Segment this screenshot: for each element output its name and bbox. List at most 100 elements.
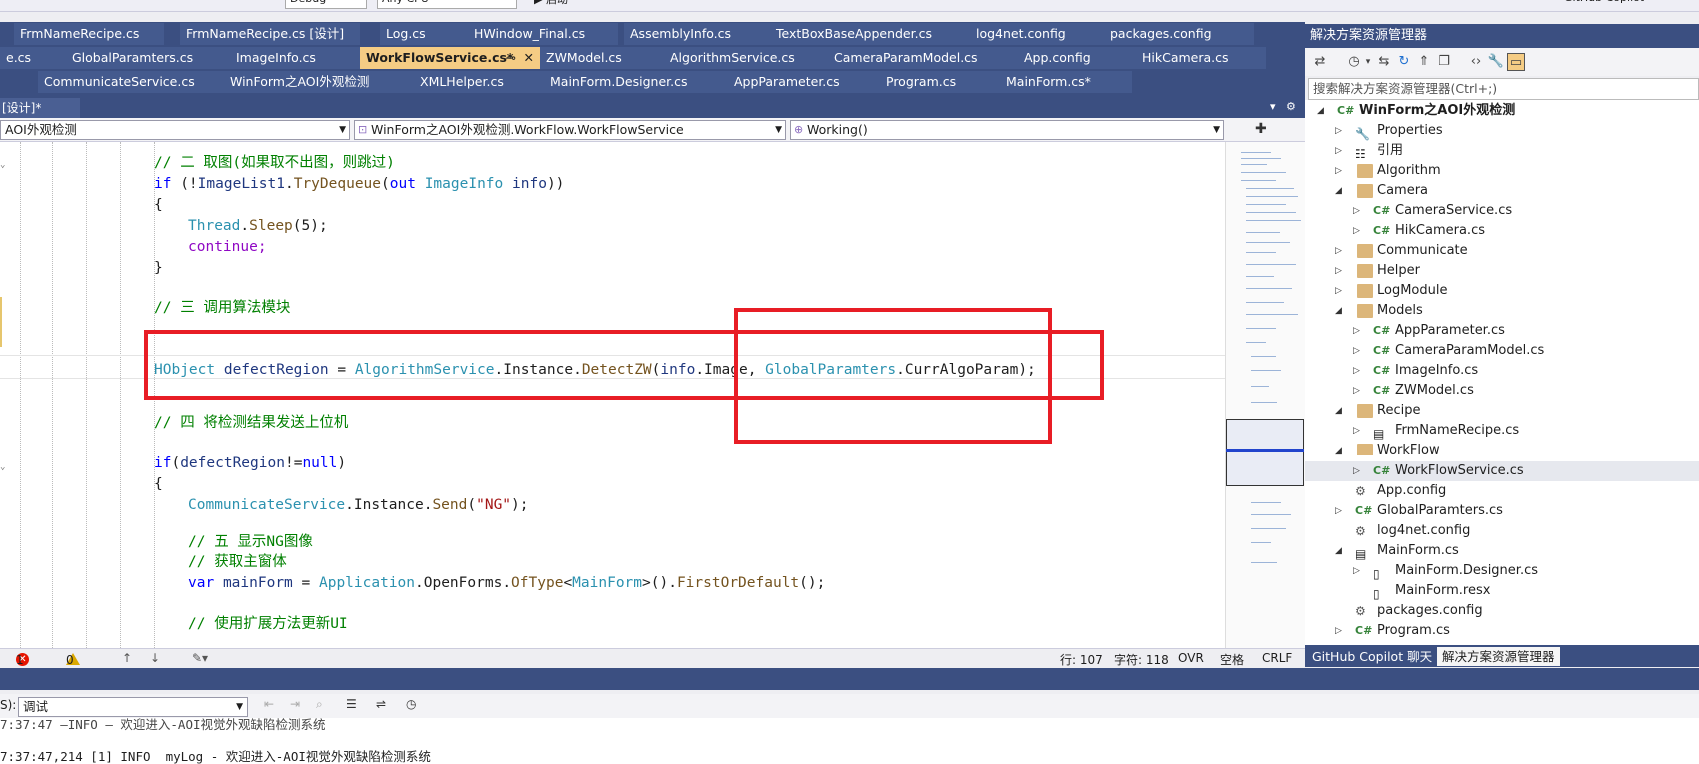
view-code-icon[interactable]: ‹› bbox=[1467, 53, 1485, 71]
tab-communicateservice[interactable]: CommunicateService.cs bbox=[38, 71, 224, 93]
minimap-viewport[interactable] bbox=[1226, 419, 1304, 486]
tab-xmlhelper[interactable]: XMLHelper.cs bbox=[414, 71, 544, 93]
show-all-files-icon[interactable]: ❐ bbox=[1435, 53, 1453, 71]
tab-mainform[interactable]: MainForm.cs* bbox=[1000, 71, 1132, 93]
csharp-file-icon: C# bbox=[1373, 464, 1391, 477]
tab-workflowservice[interactable]: WorkFlowService.cs* ⊸ ✕ bbox=[360, 47, 540, 69]
tree-node[interactable]: ▷ C# AppParameter.cs bbox=[1305, 321, 1699, 341]
output-source-dropdown[interactable]: 调试 ▼ bbox=[18, 697, 248, 717]
overwrite-mode[interactable]: OVR bbox=[1178, 651, 1204, 665]
tree-node[interactable]: ▷ C# GlobalParamters.cs bbox=[1305, 501, 1699, 521]
output-text[interactable]: 7:37:47 —INFO — 欢迎进入-AOI视觉外观缺陷检测系统 7:37:… bbox=[0, 718, 1699, 764]
wrench-icon[interactable]: 🔧 bbox=[1487, 53, 1505, 71]
config-dropdown[interactable]: Debug bbox=[285, 0, 367, 9]
tab-log4net-config[interactable]: log4net.config bbox=[970, 23, 1104, 45]
collapse-icon[interactable]: ⌄ bbox=[0, 160, 5, 170]
tree-node[interactable]: ▷ 🔧 Properties bbox=[1305, 121, 1699, 141]
tree-node[interactable]: ▷ C# ImageInfo.cs bbox=[1305, 361, 1699, 381]
tab-winform-aoi[interactable]: WinForm之AOI外观检测 bbox=[224, 71, 414, 93]
tab-textboxbaseappender[interactable]: TextBoxBaseAppender.cs bbox=[770, 23, 970, 45]
collapse-all-icon[interactable]: ⇑ bbox=[1415, 53, 1433, 71]
tree-node[interactable]: ⚙ packages.config bbox=[1305, 601, 1699, 621]
folder-icon bbox=[1357, 264, 1373, 278]
tree-node[interactable]: ▷ Communicate bbox=[1305, 241, 1699, 261]
word-wrap-icon[interactable]: ⇌ bbox=[376, 697, 386, 711]
output-line: 7:37:47 —INFO — 欢迎进入-AOI视觉外观缺陷检测系统 bbox=[0, 718, 326, 732]
tree-node-selected[interactable]: ▷ C# WorkFlowService.cs bbox=[1305, 461, 1699, 481]
indent-mode[interactable]: 空格 bbox=[1220, 651, 1244, 668]
tree-node[interactable]: ▷ ▯ MainForm.Designer.cs bbox=[1305, 561, 1699, 581]
tab-log[interactable]: Log.cs bbox=[380, 23, 475, 45]
prev-message-icon[interactable]: ⇤ bbox=[264, 697, 274, 711]
tab-hwindow-final[interactable]: HWindow_Final.cs bbox=[468, 23, 618, 45]
tab-e-cs[interactable]: e.cs bbox=[0, 47, 66, 69]
tree-node[interactable]: ◢ Recipe bbox=[1305, 401, 1699, 421]
tab-zwmodel[interactable]: ZWModel.cs bbox=[540, 47, 664, 69]
down-arrow-icon[interactable]: ↓ bbox=[150, 651, 160, 665]
project-dropdown[interactable]: AOI外观检测 ▼ bbox=[0, 120, 350, 140]
code-line: continue; bbox=[188, 239, 267, 255]
preview-icon[interactable]: ▭ bbox=[1507, 53, 1525, 71]
tree-node[interactable]: ▷ C# CameraService.cs bbox=[1305, 201, 1699, 221]
tree-node[interactable]: ◢ Models bbox=[1305, 301, 1699, 321]
tab-frmnamerecipe-design[interactable]: FrmNameRecipe.cs [设计] bbox=[180, 23, 360, 45]
tree-node[interactable]: ⚙ App.config bbox=[1305, 481, 1699, 501]
wrench-icon: 🔧 bbox=[1355, 127, 1370, 141]
split-icon[interactable]: ✚ bbox=[1255, 121, 1267, 137]
tab-program[interactable]: Program.cs bbox=[880, 71, 1000, 93]
pin-icon[interactable]: ⊸ bbox=[506, 47, 516, 69]
tab-solution-explorer[interactable]: 解决方案资源管理器 bbox=[1437, 647, 1560, 666]
tree-node[interactable]: ◢ ▤ MainForm.cs bbox=[1305, 541, 1699, 561]
close-icon[interactable]: ✕ bbox=[524, 47, 534, 69]
tab-algorithmservice[interactable]: AlgorithmService.cs bbox=[664, 47, 828, 69]
sync-icon[interactable]: ⇄ bbox=[1311, 53, 1329, 71]
tree-node[interactable]: ◢ WorkFlow bbox=[1305, 441, 1699, 455]
tree-node[interactable]: ▷ C# Program.cs bbox=[1305, 621, 1699, 641]
up-arrow-icon[interactable]: ↑ bbox=[122, 651, 132, 665]
platform-dropdown[interactable]: Any CPU bbox=[377, 0, 517, 9]
chevron-down-icon[interactable]: ▾ bbox=[1270, 100, 1276, 113]
brush-icon[interactable]: ✎▾ bbox=[192, 651, 208, 665]
tab-packages-config[interactable]: packages.config bbox=[1104, 23, 1254, 45]
tab-mainform-designer[interactable]: MainForm.Designer.cs bbox=[544, 71, 728, 93]
output-source-label: S): bbox=[0, 698, 17, 712]
tree-node[interactable]: ▷ C# CameraParamModel.cs bbox=[1305, 341, 1699, 361]
tree-node[interactable]: ▷ ☷ 引用 bbox=[1305, 141, 1699, 161]
next-message-icon[interactable]: ⇥ bbox=[290, 697, 300, 711]
find-icon[interactable]: ⌕ bbox=[316, 697, 323, 712]
tree-node[interactable]: ▷ C# HikCamera.cs bbox=[1305, 221, 1699, 241]
tree-node[interactable]: ⚙ log4net.config bbox=[1305, 521, 1699, 541]
tab-appparameter[interactable]: AppParameter.cs bbox=[728, 71, 886, 93]
line-ending[interactable]: CRLF bbox=[1262, 651, 1292, 665]
copilot-button[interactable]: GitHub Copilot bbox=[1560, 0, 1690, 9]
solution-explorer-search[interactable]: 搜索解决方案资源管理器(Ctrl+;) bbox=[1308, 78, 1699, 100]
tab-imageinfo[interactable]: ImageInfo.cs bbox=[230, 47, 360, 69]
start-button[interactable]: ▶ 启动 bbox=[530, 0, 590, 9]
tab-copilot-chat[interactable]: GitHub Copilot 聊天 bbox=[1307, 647, 1437, 666]
gear-icon[interactable]: ⚙ bbox=[1286, 100, 1296, 113]
clock-icon[interactable]: ◷ bbox=[406, 697, 416, 711]
tree-node[interactable]: ▷ Algorithm bbox=[1305, 161, 1699, 181]
tab-frmnamerecipe[interactable]: FrmNameRecipe.cs bbox=[14, 23, 164, 45]
collapse-icon[interactable]: ⌄ bbox=[0, 462, 5, 472]
tree-node[interactable]: ▷ Helper bbox=[1305, 261, 1699, 281]
tree-node[interactable]: ▷ C# ZWModel.cs bbox=[1305, 381, 1699, 401]
tree-node[interactable]: ▷ LogModule bbox=[1305, 281, 1699, 301]
code-minimap[interactable] bbox=[1225, 142, 1305, 648]
tab-app-config[interactable]: App.config bbox=[1018, 47, 1136, 69]
tab-cameraparammodel[interactable]: CameraParamModel.cs bbox=[828, 47, 1018, 69]
switch-views-icon[interactable]: ⇆ bbox=[1375, 53, 1393, 71]
method-dropdown[interactable]: ⊕ Working() ▼ bbox=[790, 120, 1224, 140]
tab-hikcamera[interactable]: HikCamera.cs bbox=[1136, 47, 1266, 69]
tree-node-project[interactable]: ◢ C# WinForm之AOI外观检测 bbox=[1305, 101, 1699, 121]
method-dropdown-label: Working() bbox=[807, 122, 868, 137]
clear-all-icon[interactable]: ☰ bbox=[346, 697, 357, 711]
tab-globalparamters[interactable]: GlobalParamters.cs bbox=[66, 47, 230, 69]
tab-design[interactable]: [设计]* bbox=[0, 98, 80, 118]
tree-node[interactable]: ▷ ▤ FrmNameRecipe.cs bbox=[1305, 421, 1699, 441]
class-dropdown[interactable]: ⊡ WinForm之AOI外观检测.WorkFlow.WorkFlowServic… bbox=[354, 120, 786, 140]
tree-node[interactable]: ▯ MainForm.resx bbox=[1305, 581, 1699, 601]
tab-assemblyinfo[interactable]: AssemblyInfo.cs bbox=[624, 23, 770, 45]
refresh-icon[interactable]: ↻ bbox=[1395, 53, 1413, 71]
tree-node[interactable]: ◢ Camera bbox=[1305, 181, 1699, 201]
